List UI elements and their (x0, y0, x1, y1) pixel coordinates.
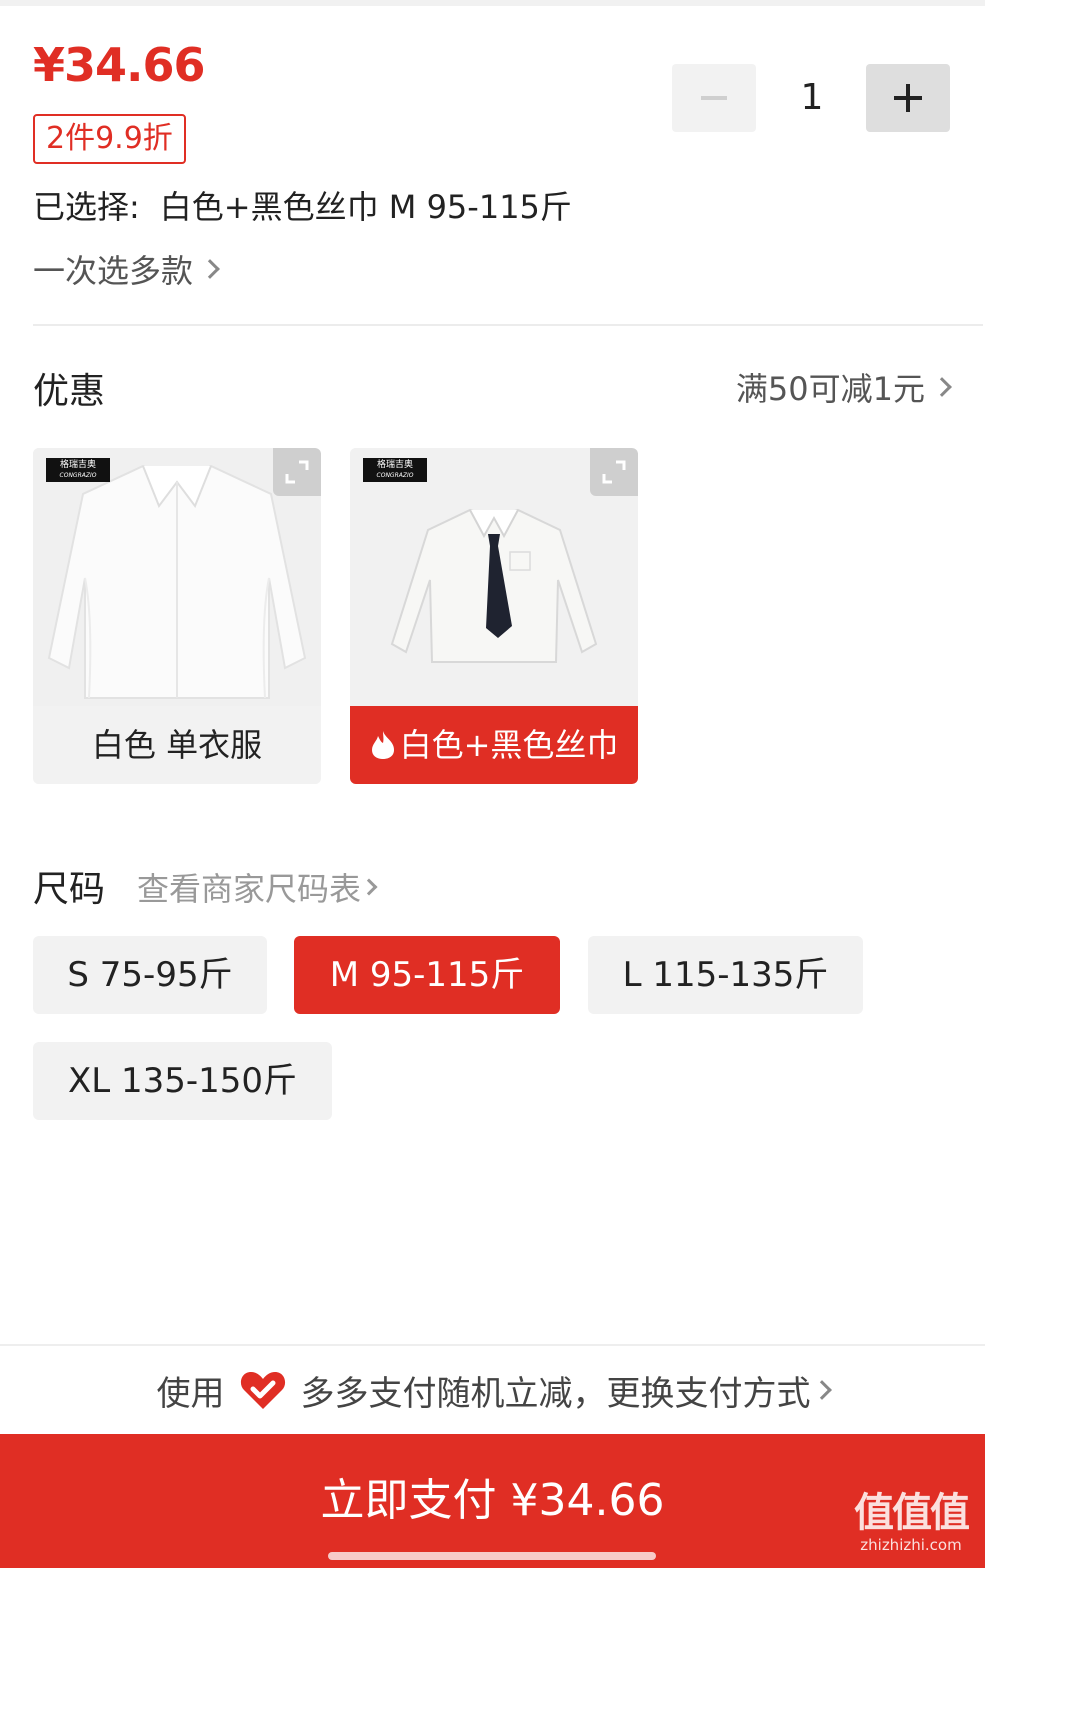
expand-icon (602, 460, 626, 484)
zoom-button[interactable] (273, 448, 321, 496)
top-strip (0, 0, 985, 6)
variant-card-white-shirt-black-tie[interactable]: 格瑞吉奥 CONGRAZIO 白色+黑色丝巾 (350, 448, 638, 784)
payment-prefix: 使用 (156, 1373, 225, 1414)
pay-now-button[interactable]: 立即支付 ¥34.66 (0, 1434, 985, 1568)
watermark-logo: 值值值 (854, 1490, 970, 1536)
size-option-m[interactable]: M 95-115斤 (294, 936, 560, 1014)
zoom-button[interactable] (590, 448, 638, 496)
brand-logo: 格瑞吉奥 CONGRAZIO (46, 458, 110, 482)
brand-logo: 格瑞吉奥 CONGRAZIO (363, 458, 427, 482)
size-option-s[interactable]: S 75-95斤 (33, 936, 267, 1014)
multi-select-label: 一次选多款 (33, 252, 194, 290)
minus-icon (701, 96, 727, 100)
chevron-right-icon (932, 377, 952, 397)
quantity-increase-button[interactable] (866, 64, 950, 132)
quantity-value[interactable]: 1 (780, 64, 844, 132)
home-indicator (328, 1552, 656, 1560)
price: ¥34.66 (33, 38, 206, 92)
size-title: 尺码 (33, 869, 106, 910)
size-option-l[interactable]: L 115-135斤 (588, 936, 863, 1014)
variant-label: 白色 单衣服 (33, 706, 321, 784)
divider (33, 324, 983, 326)
chevron-right-icon (811, 1380, 832, 1400)
watermark: 值值值 zhizhizhi.com (845, 1490, 977, 1560)
selected-label: 已选择: (33, 188, 140, 226)
duoduo-pay-heart-icon (240, 1372, 285, 1409)
selected-value: 白色+黑色丝巾 M 95-115斤 (159, 188, 572, 226)
product-image-white-shirt: 格瑞吉奥 CONGRAZIO (33, 448, 321, 706)
selected-summary: 已选择: 白色+黑色丝巾 M 95-115斤 (33, 182, 572, 228)
variant-card-white-shirt[interactable]: 格瑞吉奥 CONGRAZIO 白色 单衣服 (33, 448, 321, 784)
multi-select-link[interactable]: 一次选多款 (33, 246, 220, 292)
promo-title: 优惠 (33, 371, 106, 412)
divider (0, 1344, 985, 1346)
watermark-url: zhizhizhi.com (860, 1536, 962, 1554)
size-chart-link[interactable]: 查看商家尺码表 (137, 864, 378, 910)
chevron-right-icon (360, 878, 378, 896)
expand-icon (285, 460, 309, 484)
quantity-decrease-button[interactable] (672, 64, 756, 132)
chevron-right-icon (200, 259, 220, 279)
payment-method-row[interactable]: 使用 多多支付随机立减，更换支付方式 (0, 1360, 985, 1420)
promo-link-label: 满50可减1元 (735, 370, 925, 408)
size-chart-label: 查看商家尺码表 (137, 870, 362, 908)
flame-icon (371, 731, 394, 759)
payment-method-text: 多多支付随机立减，更换支付方式 (300, 1373, 811, 1414)
promo-link[interactable]: 满50可减1元 (735, 364, 952, 410)
product-image-white-shirt-tie: 格瑞吉奥 CONGRAZIO (350, 448, 638, 706)
variant-label-selected: 白色+黑色丝巾 (350, 706, 638, 784)
discount-tag: 2件9.9折 (33, 114, 186, 164)
size-option-xl[interactable]: XL 135-150斤 (33, 1042, 332, 1120)
